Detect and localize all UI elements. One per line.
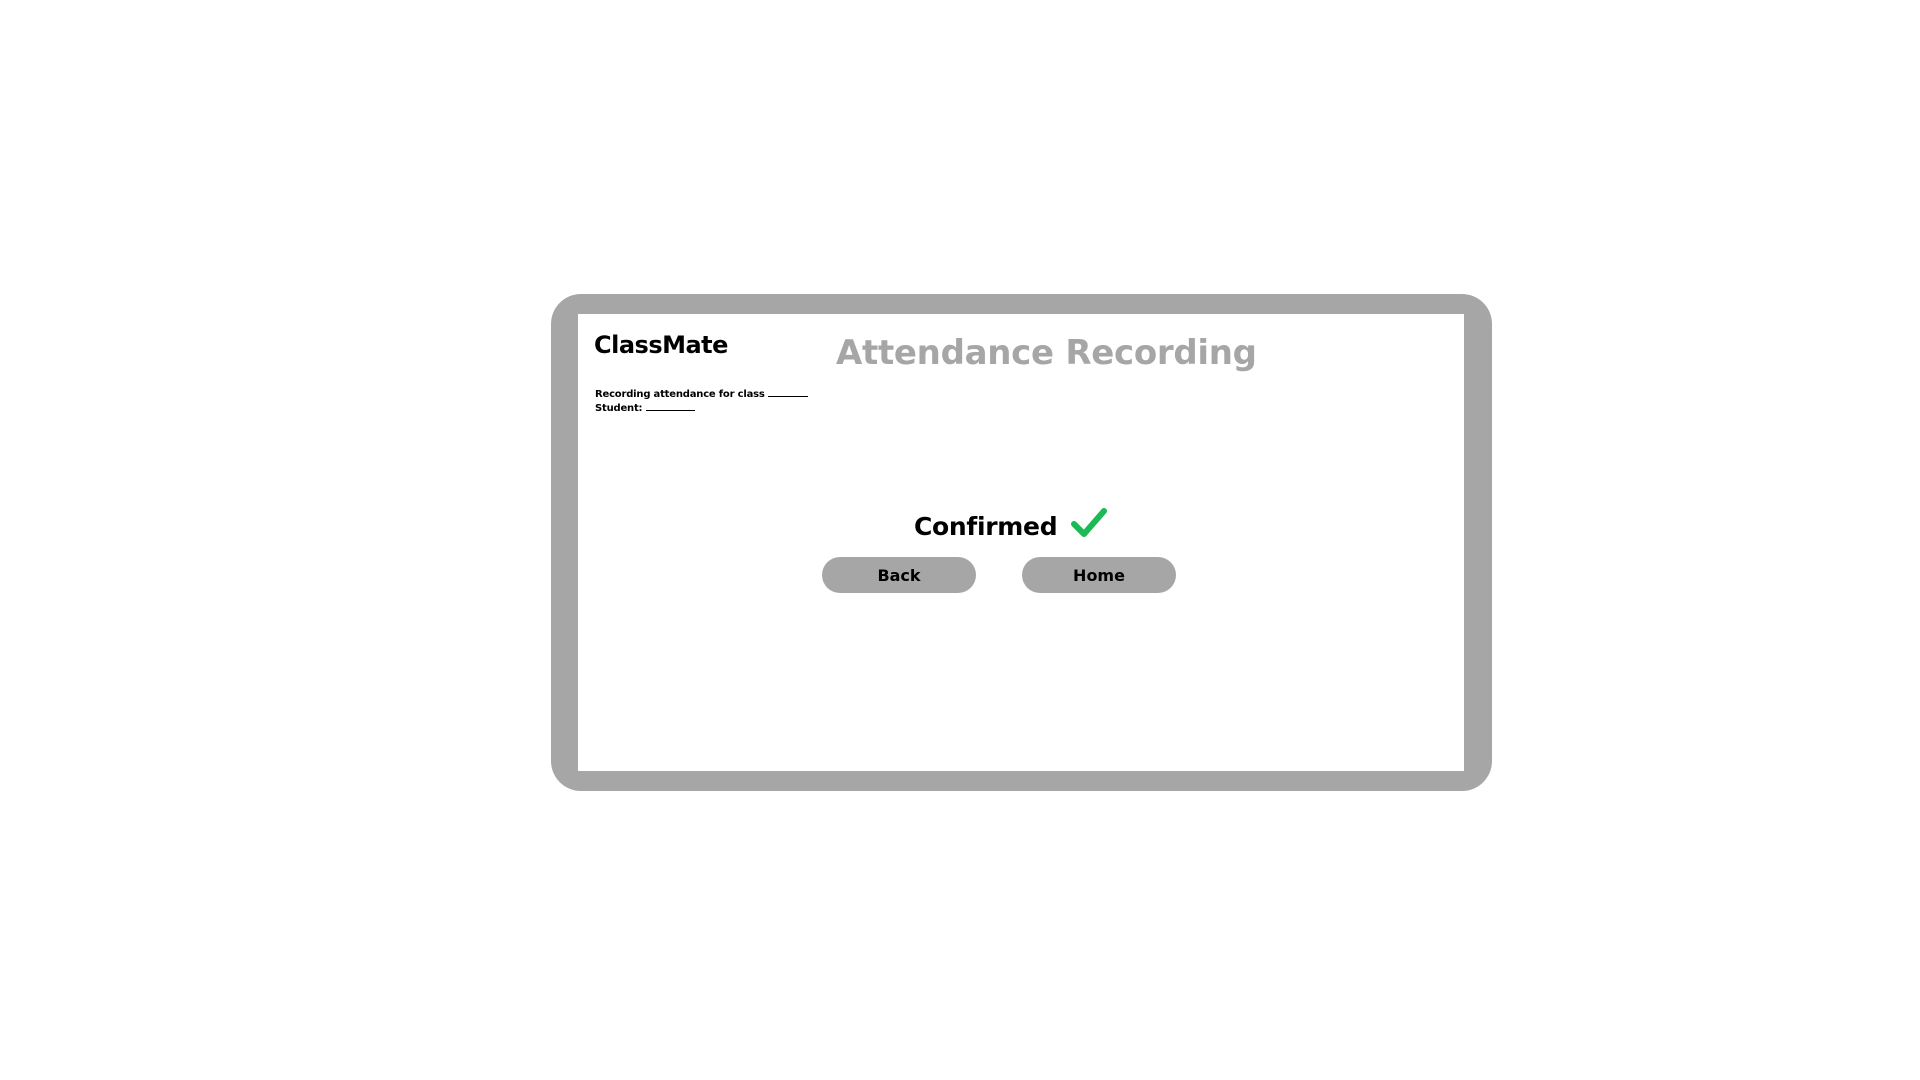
device-frame: ClassMate Recording attendance for class… [551, 294, 1492, 791]
back-button[interactable]: Back [822, 557, 976, 593]
class-label: Recording attendance for class [595, 389, 765, 400]
confirmed-label: Confirmed [914, 511, 1058, 541]
app-screen: ClassMate Recording attendance for class… [578, 314, 1464, 771]
page-title: Attendance Recording [836, 333, 1257, 373]
student-label: Student: [595, 403, 643, 414]
checkmark-icon [1071, 508, 1108, 537]
student-line: Student: [595, 401, 808, 415]
home-button[interactable]: Home [1022, 557, 1176, 593]
app-brand: ClassMate [594, 331, 728, 359]
recording-info: Recording attendance for class Student: [595, 387, 808, 415]
confirmation-status: Confirmed [914, 508, 1108, 541]
class-line: Recording attendance for class [595, 387, 808, 401]
class-blank [767, 387, 808, 397]
student-blank [645, 401, 695, 411]
